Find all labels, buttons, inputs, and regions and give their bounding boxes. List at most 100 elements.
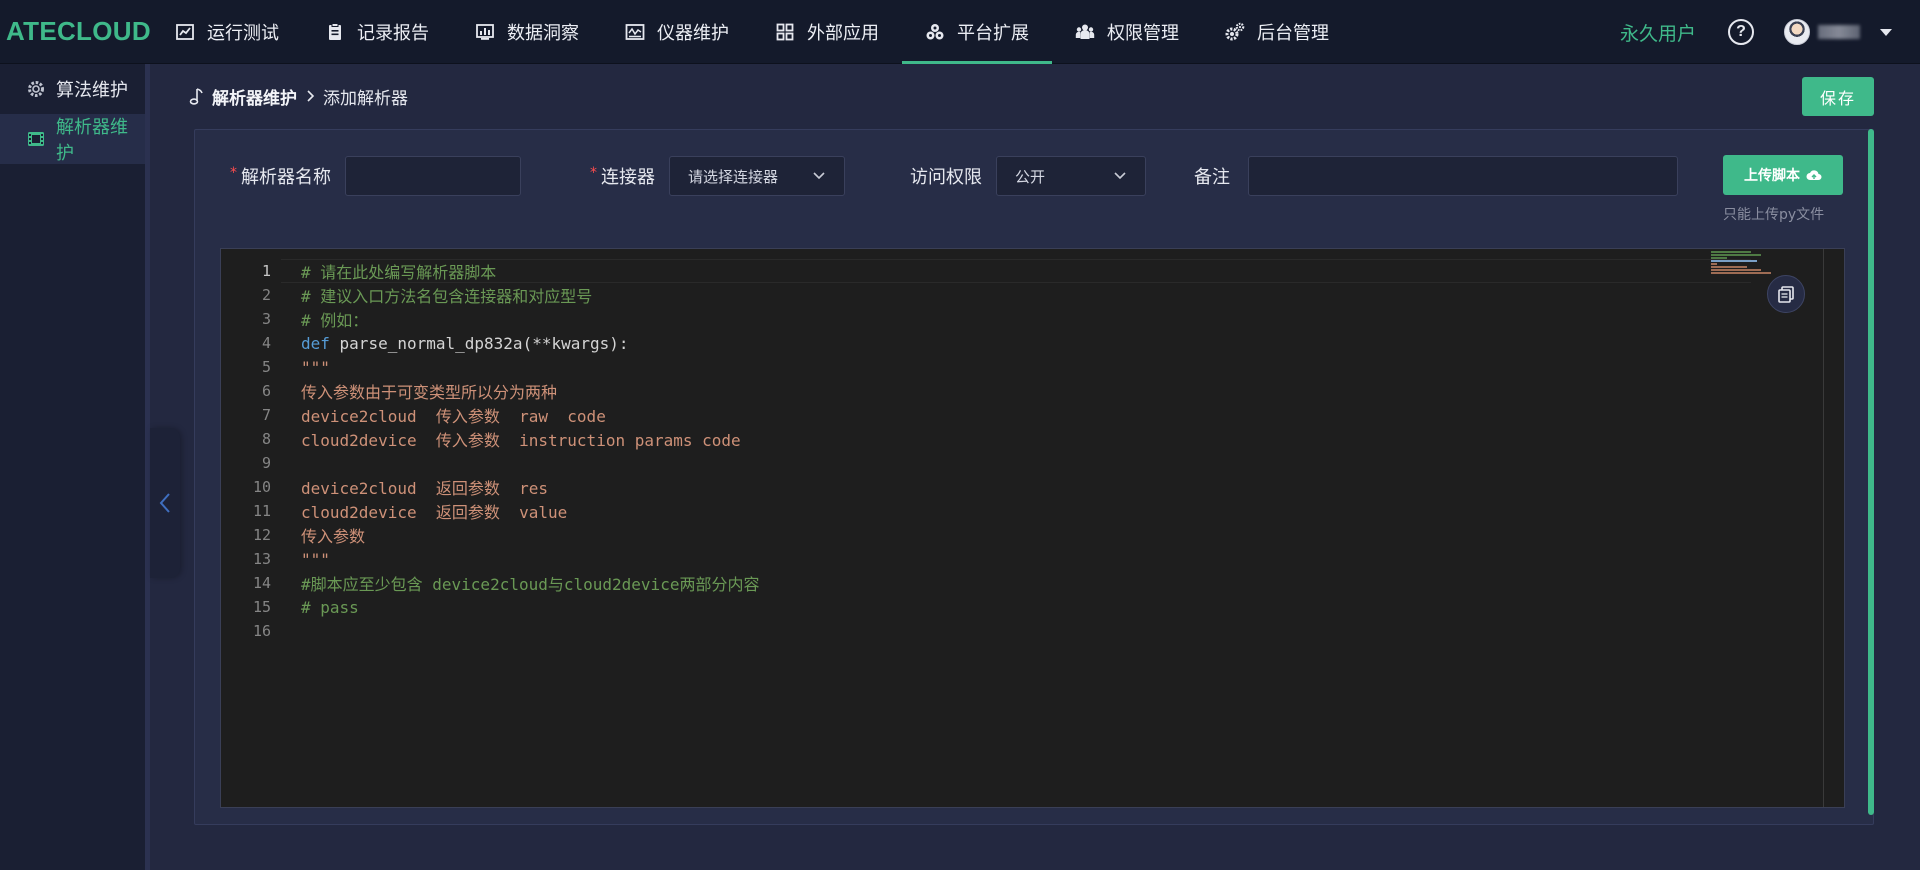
breadcrumb: 解析器维护 添加解析器 [188, 82, 408, 110]
chevron-down-icon[interactable] [1880, 28, 1892, 36]
line-number: 4 [261, 334, 271, 352]
connector-select[interactable]: 请选择连接器 [669, 156, 845, 196]
code-line[interactable]: 3 # 例如： [221, 307, 1821, 331]
nav-label: 外部应用 [807, 22, 879, 44]
access-row: 访问权限 公开 [910, 156, 1146, 196]
required-mark: * [230, 165, 237, 181]
line-number: 16 [252, 622, 271, 640]
nav-label: 平台扩展 [957, 22, 1029, 44]
code-token: # 例如： [301, 311, 369, 330]
film-icon [26, 129, 46, 149]
code-text: device2cloud 返回参数 res [301, 475, 548, 499]
code-token: parse_normal_dp832a(**kwargs): [329, 333, 629, 353]
breadcrumb-current: 添加解析器 [323, 88, 408, 109]
nav-data-insight[interactable]: 数据洞察 [452, 0, 602, 64]
code-line[interactable]: 4 def parse_normal_dp832a(**kwargs): [221, 331, 1821, 355]
code-token: # pass [301, 597, 359, 617]
code-text: # pass [301, 598, 359, 617]
nav-instrument-maintenance[interactable]: 仪器维护 [602, 0, 752, 64]
code-line[interactable]: 10 device2cloud 返回参数 res [221, 475, 1821, 499]
line-number: 9 [261, 454, 271, 472]
code-line[interactable]: 6 传入参数由于可变类型所以分为两种 [221, 379, 1821, 403]
parser-name-row: * 解析器名称 [230, 156, 521, 196]
line-number: 10 [252, 478, 271, 496]
line-number: 11 [252, 502, 271, 520]
code-text: device2cloud 传入参数 raw code [301, 403, 606, 427]
code-token: # 请在此处编写解析器脚本 [301, 263, 497, 282]
code-token: device2cloud 传入参数 raw code [301, 407, 606, 426]
code-text: cloud2device 返回参数 value [301, 499, 567, 523]
upload-script-button[interactable]: 上传脚本 [1723, 155, 1843, 195]
avatar[interactable] [1784, 19, 1810, 45]
code-text: def parse_normal_dp832a(**kwargs): [301, 334, 629, 353]
code-text: cloud2device 传入参数 instruction params cod… [301, 427, 741, 451]
code-line[interactable]: 11 cloud2device 返回参数 value [221, 499, 1821, 523]
code-token: """ [301, 549, 330, 569]
code-line[interactable]: 5 """ [221, 355, 1821, 379]
line-number: 5 [261, 358, 271, 376]
upload-label: 上传脚本 [1744, 168, 1800, 184]
access-select[interactable]: 公开 [996, 156, 1146, 196]
app-logo[interactable]: ATECLOUD [0, 16, 152, 47]
note-input[interactable] [1248, 156, 1678, 196]
nav-backend-management[interactable]: 后台管理 [1202, 0, 1352, 64]
code-text: """ [301, 550, 330, 569]
line-number: 8 [261, 430, 271, 448]
help-icon[interactable]: ? [1728, 19, 1754, 45]
clipboard-icon [325, 22, 345, 42]
code-text: 传入参数由于可变类型所以分为两种 [301, 379, 557, 403]
line-number: 6 [261, 382, 271, 400]
code-text: 传入参数 [301, 523, 365, 547]
sidebar-collapse-toggle[interactable] [150, 428, 180, 578]
line-number: 1 [261, 262, 271, 280]
nav-record-report[interactable]: 记录报告 [302, 0, 452, 64]
nav-label: 后台管理 [1257, 22, 1329, 44]
breadcrumb-root[interactable]: 解析器维护 [212, 84, 297, 109]
user-type-label: 永久用户 [1619, 22, 1696, 45]
editor-scrollbar[interactable] [1823, 249, 1824, 807]
instrument-icon [625, 22, 645, 42]
code-line[interactable]: 16 [221, 619, 1821, 643]
code-line[interactable]: 13 """ [221, 547, 1821, 571]
code-line[interactable]: 14 #脚本应至少包含 device2cloud与cloud2device两部分内… [221, 571, 1821, 595]
page-scrollbar[interactable] [1868, 129, 1874, 815]
code-line[interactable]: 1 # 请在此处编写解析器脚本 [221, 259, 1821, 283]
nav-run-test[interactable]: 运行测试 [152, 0, 302, 64]
username-redacted[interactable] [1818, 25, 1860, 39]
nav-platform-extension[interactable]: 平台扩展 [902, 0, 1052, 64]
sidebar-item-parser[interactable]: 解析器维护 [0, 114, 145, 164]
users-icon [1075, 22, 1095, 42]
code-line[interactable]: 7 device2cloud 传入参数 raw code [221, 403, 1821, 427]
access-value: 公开 [1015, 167, 1046, 186]
code-line[interactable]: 2 # 建议入口方法名包含连接器和对应型号 [221, 283, 1821, 307]
parser-name-label: 解析器名称 [241, 167, 331, 188]
connector-placeholder: 请选择连接器 [688, 167, 779, 186]
code-text: #脚本应至少包含 device2cloud与cloud2device两部分内容 [301, 571, 759, 595]
chevron-down-icon [1114, 172, 1126, 180]
chevron-left-icon [159, 493, 170, 513]
connector-label: 连接器 [601, 167, 655, 188]
save-button[interactable]: 保存 [1802, 77, 1874, 116]
sidebar-item-algorithm[interactable]: 算法维护 [0, 64, 145, 114]
code-token: device2cloud 返回参数 res [301, 479, 549, 498]
code-line[interactable]: 15 # pass [221, 595, 1821, 619]
grid-icon [775, 22, 795, 42]
code-token: # 建议入口方法名包含连接器和对应型号 [301, 287, 593, 306]
code-text: # 例如： [301, 307, 368, 331]
line-number: 7 [261, 406, 271, 424]
code-line[interactable]: 9 [221, 451, 1821, 475]
gear-icon [26, 79, 46, 99]
nav-permission-management[interactable]: 权限管理 [1052, 0, 1202, 64]
code-line[interactable]: 12 传入参数 [221, 523, 1821, 547]
nav-external-apps[interactable]: 外部应用 [752, 0, 902, 64]
code-line[interactable]: 8 cloud2device 传入参数 instruction params co… [221, 427, 1821, 451]
chevron-right-icon [305, 89, 315, 103]
topbar-user-area: 永久用户 ? [1620, 0, 1920, 64]
cogs-icon [1225, 22, 1245, 42]
nav-label: 记录报告 [357, 22, 429, 44]
code-token: """ [301, 357, 330, 377]
code-editor[interactable]: 1 # 请在此处编写解析器脚本 2 # 建议入口方法名包含连接器和对应型号 3 # 例如：… [220, 248, 1845, 808]
code-token: def [301, 333, 330, 353]
copy-code-button[interactable] [1767, 275, 1805, 313]
parser-name-input[interactable] [345, 156, 521, 196]
